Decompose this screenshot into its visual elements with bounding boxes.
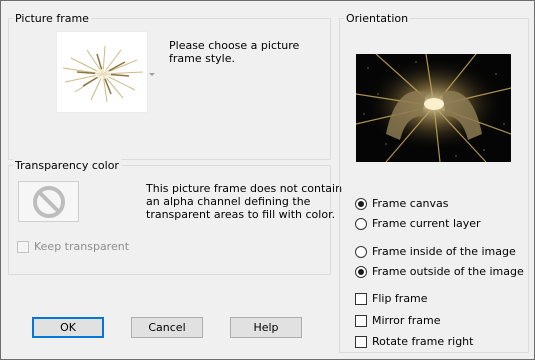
frame-outside-radio[interactable] [355, 265, 367, 278]
keep-transparent-checkbox: Keep transparent [17, 240, 129, 253]
frame-style-thumbnail [62, 45, 144, 103]
flip-frame-box[interactable] [355, 292, 367, 305]
frame-outside-label: Frame outside of the image [372, 265, 524, 278]
flip-frame-checkbox[interactable]: Flip frame [355, 292, 428, 305]
frame-current-layer-label: Frame current layer [372, 217, 481, 230]
transparency-message-line-1: This picture frame does not contain [146, 182, 343, 195]
flip-frame-label: Flip frame [372, 292, 428, 305]
transparency-message-line-2: an alpha channel defining the [146, 195, 311, 208]
ok-button[interactable]: OK [32, 317, 104, 338]
picture-frame-dialog: Picture frame Please choose a picture fr… [0, 0, 535, 360]
frame-current-layer-radio[interactable] [355, 217, 367, 230]
frame-canvas-radio[interactable] [355, 197, 367, 210]
keep-transparent-box [17, 240, 29, 253]
orientation-group-title: Orientation [344, 12, 411, 25]
chevron-down-icon[interactable] [149, 73, 155, 76]
frame-preview-image [356, 54, 511, 162]
radio-frame-canvas[interactable]: Frame canvas [355, 197, 449, 210]
mirror-frame-box[interactable] [355, 314, 367, 327]
mirror-frame-label: Mirror frame [372, 314, 441, 327]
help-button[interactable]: Help [230, 317, 302, 338]
picture-frame-group-title: Picture frame [13, 12, 91, 25]
transparency-color-swatch [18, 181, 79, 222]
radio-frame-inside[interactable]: Frame inside of the image [355, 245, 516, 258]
rotate-frame-right-checkbox[interactable]: Rotate frame right [355, 335, 473, 348]
frame-canvas-label: Frame canvas [372, 197, 449, 210]
frame-inside-label: Frame inside of the image [372, 245, 516, 258]
cancel-button[interactable]: Cancel [131, 317, 203, 338]
transparency-message-line-3: transparent areas to fill with color. [146, 208, 336, 221]
rotate-frame-right-label: Rotate frame right [372, 335, 474, 348]
keep-transparent-label: Keep transparent [34, 240, 130, 253]
radio-frame-current-layer[interactable]: Frame current layer [355, 217, 481, 230]
rotate-frame-right-box[interactable] [355, 335, 367, 348]
radio-frame-outside[interactable]: Frame outside of the image [355, 265, 524, 278]
frame-style-instruction: Please choose a picture frame style. [169, 39, 300, 65]
no-entry-icon [32, 185, 65, 218]
frame-style-picker[interactable] [56, 31, 148, 113]
transparency-group-title: Transparency color [13, 159, 121, 172]
frame-inside-radio[interactable] [355, 245, 367, 258]
frame-preview [356, 54, 511, 162]
mirror-frame-checkbox[interactable]: Mirror frame [355, 314, 441, 327]
